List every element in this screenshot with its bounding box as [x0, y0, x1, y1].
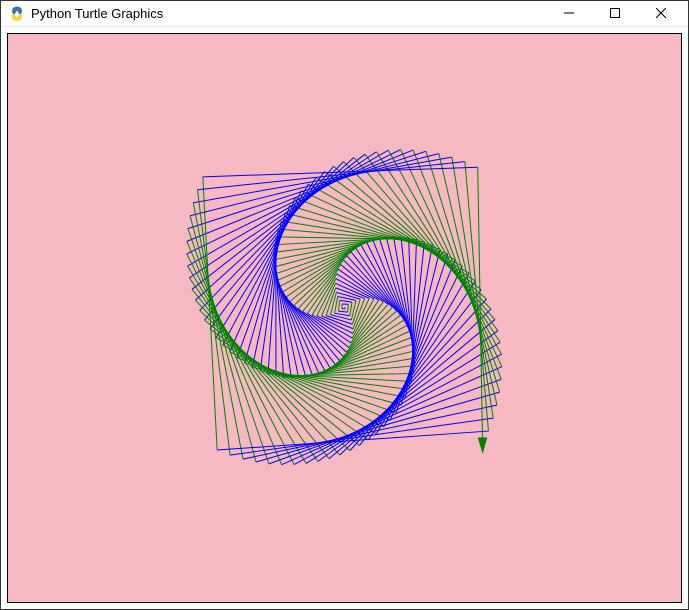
- app-window: Python Turtle Graphics: [0, 0, 689, 610]
- window-buttons: [546, 1, 684, 26]
- window-title: Python Turtle Graphics: [31, 6, 546, 21]
- turtle-cursor-icon: [478, 437, 488, 453]
- maximize-button[interactable]: [592, 1, 638, 26]
- python-turtle-icon: [9, 5, 25, 21]
- turtle-canvas: [7, 33, 682, 603]
- minimize-button[interactable]: [546, 1, 592, 26]
- close-button[interactable]: [638, 1, 684, 26]
- turtle-drawing: [8, 34, 681, 602]
- client-area: [1, 27, 688, 609]
- titlebar: Python Turtle Graphics: [1, 1, 688, 27]
